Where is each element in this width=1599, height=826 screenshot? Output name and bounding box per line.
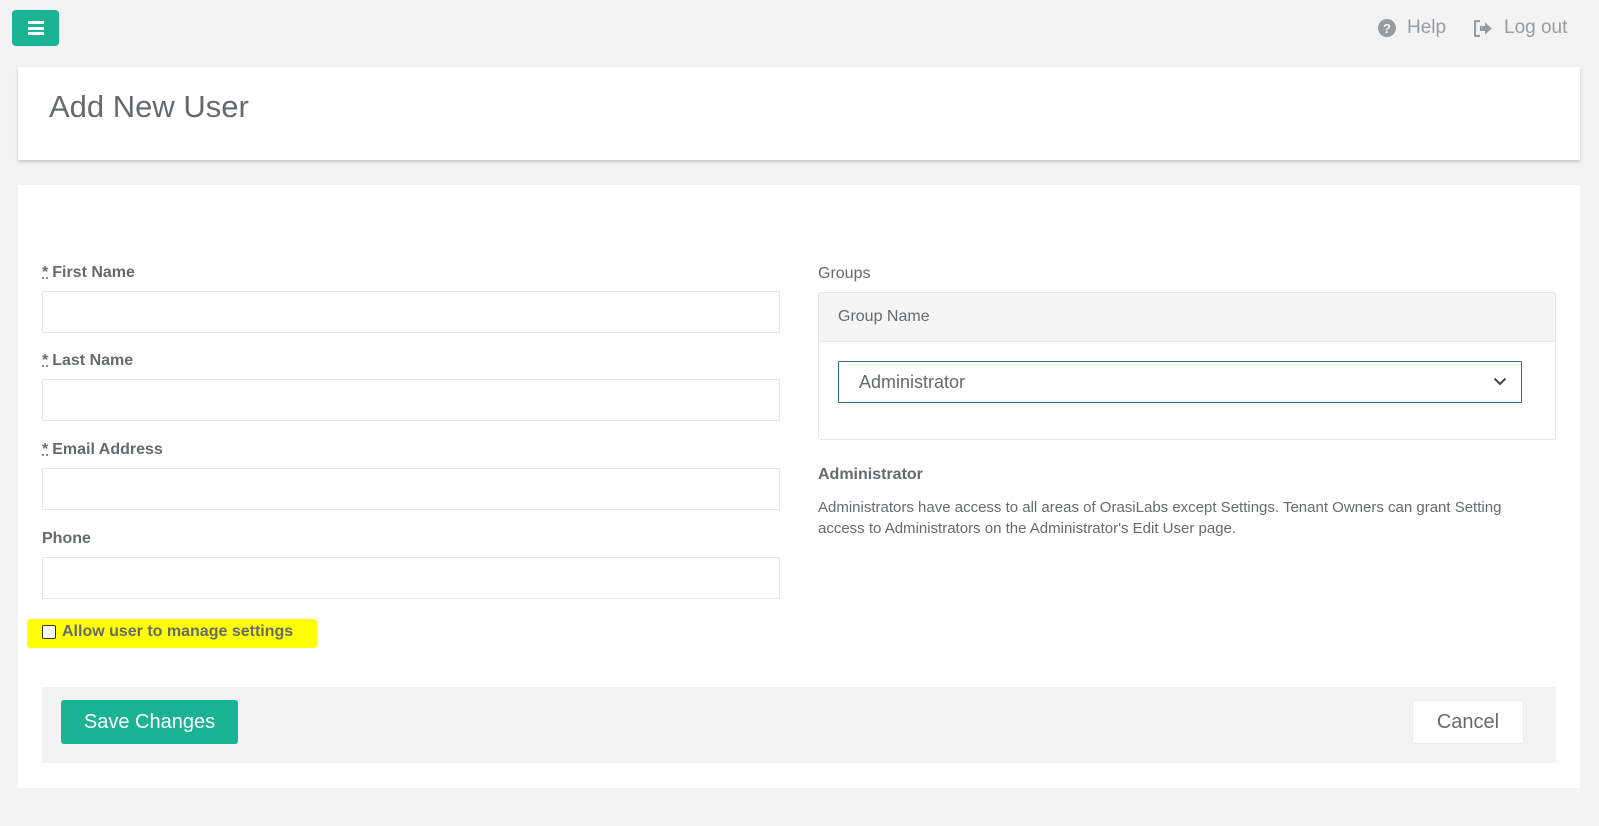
required-marker: * [42,441,49,458]
email-label-text: Email Address [52,441,163,458]
group-name-header: Group Name [819,293,1555,342]
save-button[interactable]: Save Changes [61,700,238,744]
last-name-label-text: Last Name [52,352,134,369]
page-header: Add New User [18,67,1580,160]
groups-table: Group Name Administrator [818,292,1556,440]
manage-settings-checkbox[interactable] [42,625,56,639]
form-actions: Save Changes Cancel [42,687,1556,763]
top-navbar: ? Help Log out [0,0,1599,66]
groups-label: Groups [818,265,871,282]
first-name-label-text: First Name [52,264,135,281]
last-name-input[interactable] [42,379,780,421]
manage-settings-label: Allow user to manage settings [62,623,294,640]
first-name-label: * First Name [42,264,135,282]
email-input[interactable] [42,468,780,510]
manage-settings-option[interactable]: Allow user to manage settings [42,623,293,641]
logout-link[interactable]: Log out [1474,17,1567,39]
group-description-title: Administrator [818,466,923,483]
phone-label: Phone [42,530,91,547]
question-circle-icon: ? [1378,19,1396,37]
help-link[interactable]: ? Help [1378,17,1446,39]
logout-label: Log out [1504,17,1568,38]
first-name-input[interactable] [42,291,780,333]
email-label: * Email Address [42,441,163,459]
required-marker: * [42,264,49,281]
chevron-down-icon [1493,373,1507,391]
group-select[interactable]: Administrator [838,361,1522,403]
hamburger-icon [27,21,44,35]
page-title: Add New User [49,89,249,124]
cancel-button[interactable]: Cancel [1412,700,1524,744]
phone-input[interactable] [42,557,780,599]
group-select-value: Administrator [859,371,966,392]
help-label: Help [1407,17,1447,38]
menu-toggle-button[interactable] [12,10,59,46]
last-name-label: * Last Name [42,352,133,370]
required-marker: * [42,352,49,369]
sign-out-icon [1474,19,1493,37]
group-description: Administrators have access to all areas … [818,499,1502,537]
